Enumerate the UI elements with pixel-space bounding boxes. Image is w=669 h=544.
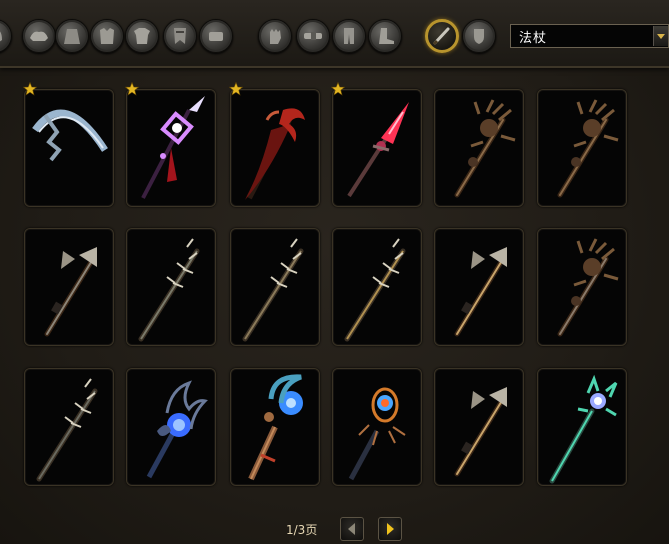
appearance-item-card[interactable]: [230, 228, 320, 346]
chevron-down-icon: [653, 26, 668, 46]
appearance-item-card[interactable]: [24, 228, 114, 346]
appearance-item-card[interactable]: [332, 368, 422, 486]
appearance-item-card[interactable]: [537, 228, 627, 346]
staff-model-icon: [245, 108, 305, 200]
tabard-slot-icon: [174, 28, 186, 44]
appearance-item-card[interactable]: [24, 368, 114, 486]
hands-slot-icon: [270, 29, 281, 44]
staff-model-icon: [248, 374, 303, 481]
staff-model-icon: [557, 99, 619, 198]
favorite-star-icon: [23, 82, 37, 96]
chest-slot-icon: [100, 28, 114, 44]
legs-slot-button[interactable]: [332, 19, 366, 53]
staff-model-icon: [549, 374, 618, 484]
waist-slot-icon: [304, 32, 322, 40]
head-slot-button[interactable]: [0, 19, 12, 53]
head-slot-icon: [0, 31, 2, 42]
tabard-slot-button[interactable]: [163, 19, 197, 53]
staff-model-icon: [344, 238, 406, 342]
appearance-item-card[interactable]: [537, 368, 627, 486]
slot-filter-bar: 法杖: [0, 0, 669, 68]
appearance-item-card[interactable]: [126, 368, 216, 486]
shirt-slot-icon: [134, 28, 150, 44]
feet-slot-icon: [379, 28, 394, 44]
chest-slot-button[interactable]: [90, 19, 124, 53]
main-hand-slot-button[interactable]: [425, 19, 459, 53]
appearance-item-card[interactable]: [230, 368, 320, 486]
appearance-item-card[interactable]: [434, 228, 524, 346]
favorite-star-icon: [125, 82, 139, 96]
appearance-item-card[interactable]: [331, 82, 422, 207]
off-hand-slot-icon: [474, 29, 484, 44]
staff-model-icon: [557, 238, 619, 337]
staff-model-icon: [32, 109, 108, 162]
appearance-item-card[interactable]: [434, 89, 524, 207]
off-hand-slot-button[interactable]: [462, 19, 496, 53]
next-page-button[interactable]: [378, 517, 402, 541]
waist-slot-button[interactable]: [296, 19, 330, 53]
staff-model-icon: [454, 99, 516, 198]
appearance-item-card[interactable]: [434, 368, 524, 486]
feet-slot-button[interactable]: [368, 19, 402, 53]
staff-model-icon: [138, 238, 200, 342]
staff-model-icon: [146, 380, 208, 479]
appearance-item-card[interactable]: [23, 82, 114, 207]
appearance-item-card[interactable]: [125, 82, 216, 207]
staff-model-icon: [454, 247, 507, 337]
weapon-type-dropdown-value: 法杖: [519, 31, 548, 46]
staff-model-icon: [347, 102, 409, 198]
staff-model-icon: [454, 387, 507, 477]
staff-model-icon: [141, 96, 205, 199]
favorite-star-icon: [229, 82, 243, 96]
weapon-type-dropdown[interactable]: 法杖: [510, 24, 669, 48]
back-slot-button[interactable]: [55, 19, 89, 53]
staff-model-icon: [348, 387, 406, 481]
appearance-item-card[interactable]: [332, 228, 422, 346]
hands-slot-button[interactable]: [258, 19, 292, 53]
legs-slot-icon: [344, 28, 354, 44]
staff-model-icon: [242, 238, 304, 342]
back-slot-icon: [64, 29, 80, 44]
appearance-collection-window: 法杖 1/3页: [0, 0, 669, 544]
page-indicator: 1/3页: [286, 523, 318, 537]
shirt-slot-button[interactable]: [125, 19, 159, 53]
appearance-item-card[interactable]: [126, 228, 216, 346]
shoulder-slot-icon: [30, 31, 48, 41]
wrist-slot-button[interactable]: [199, 19, 233, 53]
staff-model-icon: [44, 247, 97, 337]
wrist-slot-icon: [209, 32, 223, 41]
favorite-star-icon: [331, 82, 345, 96]
appearance-item-card[interactable]: [537, 89, 627, 207]
staff-model-icon: [36, 378, 98, 482]
appearance-item-card[interactable]: [229, 82, 320, 207]
previous-page-button[interactable]: [340, 517, 364, 541]
shoulder-slot-button[interactable]: [22, 19, 56, 53]
main-hand-slot-icon: [432, 27, 450, 46]
